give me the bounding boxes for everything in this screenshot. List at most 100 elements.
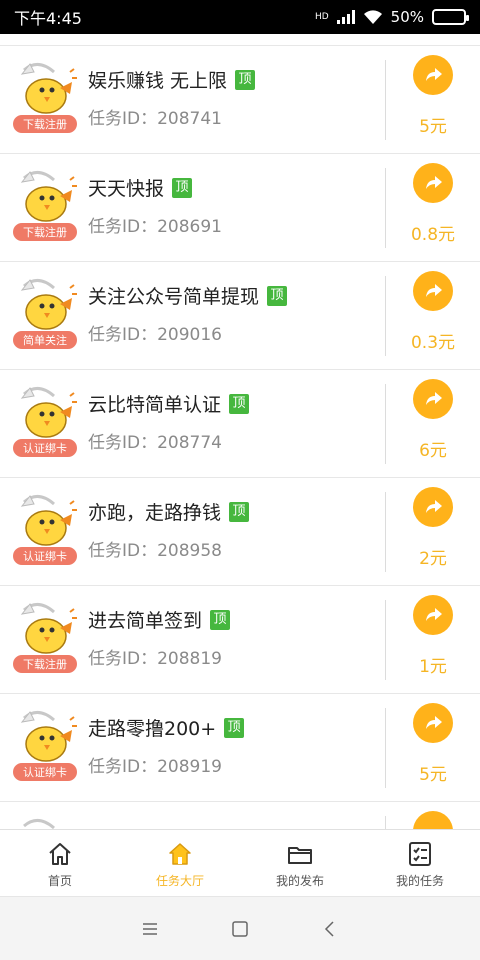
share-button[interactable] xyxy=(413,595,453,635)
task-reward: 6元 xyxy=(419,441,447,461)
task-thumbnail: 认证绑卡 xyxy=(12,492,78,566)
task-title-text: 天天快报 xyxy=(88,178,165,200)
share-arrow-icon xyxy=(426,392,442,405)
share-arrow-icon xyxy=(426,68,442,81)
task-row[interactable]: 简单关注 关注公众号简单提现 顶 任务ID：209016 0.3元 xyxy=(0,261,480,369)
task-title: 关注公众号简单提现 顶 xyxy=(88,282,288,309)
folder-icon xyxy=(288,847,312,864)
task-thumbnail: 认证绑卡 xyxy=(12,708,78,782)
task-title: 天天快报 顶 xyxy=(88,174,193,201)
top-badge: 顶 xyxy=(210,609,231,630)
task-title: 走路零撸200+ 顶 xyxy=(88,714,245,741)
task-row[interactable]: 认证绑卡 亦跑，走路挣钱 顶 任务ID：208958 2元 xyxy=(0,477,480,585)
task-thumbnail xyxy=(12,816,78,829)
task-reward: 0.8元 xyxy=(410,225,456,245)
share-button[interactable] xyxy=(413,811,453,829)
share-arrow-icon xyxy=(426,284,442,297)
task-list[interactable]: 下载注册 娱乐赚钱 无上限 顶 任务ID：208741 5元 下载注册 天天快报… xyxy=(0,34,480,829)
chick-mascot-icon xyxy=(20,387,77,438)
wifi-icon xyxy=(363,10,382,24)
status-icons: HD 50% xyxy=(314,8,469,26)
tab-home[interactable]: 首页 xyxy=(0,830,120,896)
task-tag: 下载注册 xyxy=(12,114,78,134)
task-reward: 0.3元 xyxy=(410,333,456,353)
back-icon[interactable] xyxy=(321,920,339,938)
battery-percent: 50% xyxy=(390,8,424,26)
share-button[interactable] xyxy=(413,271,453,311)
task-row[interactable]: 认证绑卡 走路零撸200+ 顶 任务ID：208919 5元 xyxy=(0,693,480,801)
chick-mascot-icon xyxy=(20,495,77,546)
tab-my-tasks[interactable]: 我的任务 xyxy=(360,830,480,896)
task-row[interactable]: 下载注册 进去简单签到 顶 任务ID：208819 1元 xyxy=(0,585,480,693)
task-reward: 1元 xyxy=(419,657,447,677)
divider xyxy=(385,816,386,829)
share-arrow-icon xyxy=(426,500,442,513)
task-id: 任务ID：208774 xyxy=(88,433,222,453)
chick-mascot-icon xyxy=(20,171,77,222)
battery-icon xyxy=(432,9,469,25)
task-tag: 认证绑卡 xyxy=(12,438,78,458)
task-tag: 认证绑卡 xyxy=(12,762,78,782)
share-arrow-icon xyxy=(426,176,442,189)
chick-mascot-icon xyxy=(20,711,77,762)
chick-mascot-icon xyxy=(23,819,55,829)
task-title-text: 亦跑，走路挣钱 xyxy=(88,502,222,524)
task-title-text: 娱乐赚钱 无上限 xyxy=(88,70,228,92)
share-button[interactable] xyxy=(413,379,453,419)
task-id: 任务ID：208691 xyxy=(88,217,222,237)
task-id: 任务ID：208919 xyxy=(88,757,222,777)
share-button[interactable] xyxy=(413,487,453,527)
top-badge: 顶 xyxy=(172,177,193,198)
tab-my-posts[interactable]: 我的发布 xyxy=(240,830,360,896)
top-badge: 顶 xyxy=(235,69,256,90)
task-title-text: 走路零撸200+ xyxy=(88,718,217,740)
task-tag: 下载注册 xyxy=(12,654,78,674)
network-label: HD xyxy=(314,11,329,22)
task-row[interactable]: 下载注册 娱乐赚钱 无上限 顶 任务ID：208741 5元 xyxy=(0,45,480,153)
status-bar: 下午4:45 HD 50% xyxy=(0,0,480,34)
task-title: 云比特简单认证 顶 xyxy=(88,390,250,417)
top-badge: 顶 xyxy=(224,717,245,738)
top-badge: 顶 xyxy=(229,393,250,414)
top-badge: 顶 xyxy=(267,285,288,306)
tab-task-hall[interactable]: 任务大厅 xyxy=(120,830,240,896)
home-icon xyxy=(49,843,71,865)
task-row[interactable]: 认证绑卡 云比特简单认证 顶 任务ID：208774 6元 xyxy=(0,369,480,477)
task-title: 进去简单签到 顶 xyxy=(88,606,231,633)
task-reward: 5元 xyxy=(419,117,447,137)
task-thumbnail: 简单关注 xyxy=(12,276,78,350)
share-arrow-icon xyxy=(426,608,442,621)
share-button[interactable] xyxy=(413,163,453,203)
tab-task-hall-label: 任务大厅 xyxy=(155,874,204,888)
bottom-nav: 首页 任务大厅 我的发布 我的任务 xyxy=(0,829,480,896)
home-icon xyxy=(169,843,191,865)
share-arrow-icon xyxy=(426,716,442,729)
task-row[interactable]: 下载注册 天天快报 顶 任务ID：208691 0.8元 xyxy=(0,153,480,261)
task-title-text: 关注公众号简单提现 xyxy=(88,286,260,308)
task-title-text: 云比特简单认证 xyxy=(88,394,222,416)
task-id: 任务ID：208819 xyxy=(88,649,222,669)
task-id: 任务ID：208958 xyxy=(88,541,222,561)
task-title: 娱乐赚钱 无上限 顶 xyxy=(88,66,256,93)
home-square-icon[interactable] xyxy=(231,920,249,938)
menu-icon[interactable] xyxy=(141,920,159,938)
top-badge: 顶 xyxy=(229,501,250,522)
signal-icon xyxy=(336,10,355,24)
task-thumbnail: 下载注册 xyxy=(12,168,78,242)
tab-my-tasks-label: 我的任务 xyxy=(395,874,444,888)
task-tag: 下载注册 xyxy=(12,222,78,242)
task-id: 任务ID：209016 xyxy=(88,325,222,345)
task-tag: 简单关注 xyxy=(12,330,78,350)
task-row-partial[interactable] xyxy=(0,801,480,829)
tab-my-posts-label: 我的发布 xyxy=(275,874,324,888)
task-thumbnail: 认证绑卡 xyxy=(12,384,78,458)
task-title: 亦跑，走路挣钱 顶 xyxy=(88,498,250,525)
chick-mascot-icon xyxy=(20,63,77,114)
system-nav xyxy=(0,896,480,960)
chick-mascot-icon xyxy=(20,279,77,330)
task-title-text: 进去简单签到 xyxy=(88,610,203,632)
task-thumbnail: 下载注册 xyxy=(12,60,78,134)
share-button[interactable] xyxy=(413,703,453,743)
share-button[interactable] xyxy=(413,55,453,95)
task-id: 任务ID：208741 xyxy=(88,109,222,129)
